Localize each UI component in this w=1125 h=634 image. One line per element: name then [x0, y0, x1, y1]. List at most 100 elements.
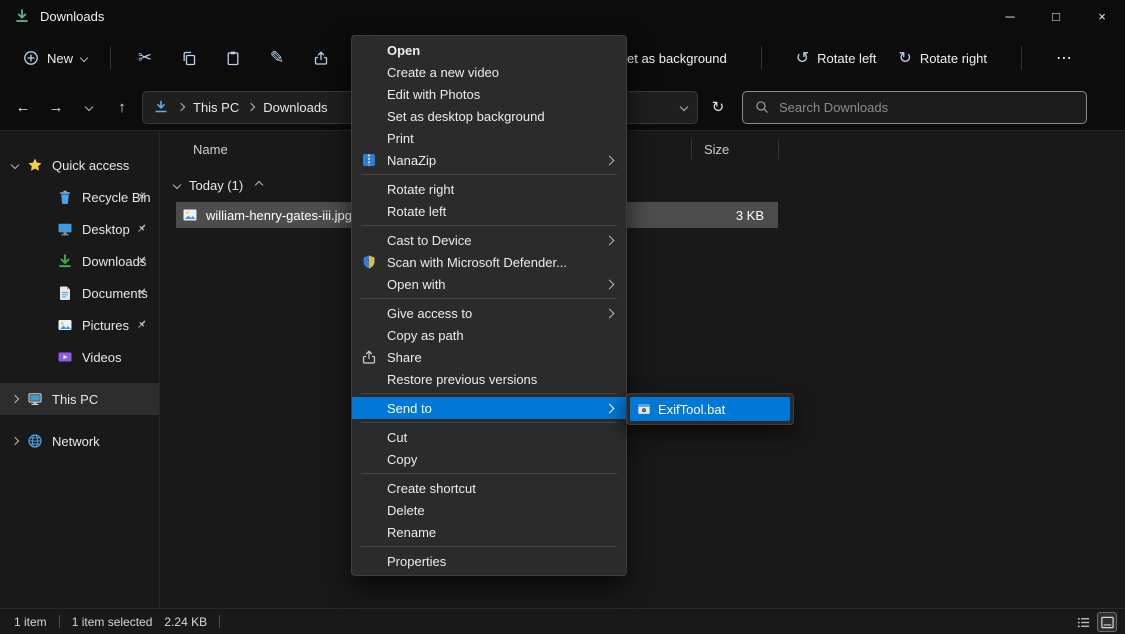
rename-button[interactable]: ✎ — [255, 40, 299, 76]
share-icon — [361, 349, 377, 365]
recycle-bin-icon — [57, 189, 73, 205]
column-divider[interactable] — [778, 139, 779, 159]
menu-item-copy-as-path[interactable]: Copy as path — [352, 324, 626, 346]
menu-item-rotate-right[interactable]: Rotate right — [352, 178, 626, 200]
sidebar-item-network[interactable]: Network — [0, 425, 159, 457]
menu-item-open[interactable]: Open — [352, 39, 626, 61]
paste-button[interactable] — [211, 40, 255, 76]
breadcrumb-this-pc[interactable]: This PC — [193, 100, 239, 115]
menu-item-label: Share — [387, 350, 422, 365]
submenu-arrow-icon — [605, 309, 615, 319]
new-button[interactable]: New — [12, 43, 98, 73]
breadcrumb-downloads[interactable]: Downloads — [263, 100, 327, 115]
menu-item-label: Give access to — [387, 306, 472, 321]
menu-item-create-shortcut[interactable]: Create shortcut — [352, 477, 626, 499]
sidebar-item-downloads[interactable]: Downloads — [0, 245, 159, 277]
expand-chevron-icon[interactable] — [11, 437, 19, 445]
rotate-right-button[interactable]: ↻ Rotate right — [898, 48, 987, 68]
close-button[interactable]: × — [1079, 0, 1125, 32]
sidebar-item-documents[interactable]: Documents — [0, 277, 159, 309]
up-button[interactable]: ↑ — [109, 94, 135, 120]
copy-button[interactable] — [167, 40, 211, 76]
menu-item-set-as-desktop-background[interactable]: Set as desktop background — [352, 105, 626, 127]
menu-item-label: Restore previous versions — [387, 372, 537, 387]
group-header-today[interactable]: Today (1) — [161, 171, 1125, 199]
menu-item-rotate-left[interactable]: Rotate left — [352, 200, 626, 222]
menu-item-edit-with-photos[interactable]: Edit with Photos — [352, 83, 626, 105]
search-input[interactable] — [777, 99, 1074, 116]
command-bar-right: et as background ↺ Rotate left ↻ Rotate … — [627, 32, 1072, 84]
videos-icon — [57, 349, 73, 365]
expand-chevron-icon[interactable] — [11, 161, 19, 169]
item-count: 1 item — [14, 615, 47, 629]
file-list-pane: Name Size Today (1) william-henry-gates-… — [161, 131, 1125, 608]
sidebar-item-recycle-bin[interactable]: Recycle Bin — [0, 181, 159, 213]
search-box[interactable] — [742, 91, 1087, 124]
submenu-item-exiftool-bat[interactable]: ExifTool.bat — [630, 397, 790, 421]
plus-circle-icon — [23, 50, 39, 66]
column-divider[interactable] — [691, 139, 692, 159]
sidebar-item-label: Pictures — [82, 318, 129, 333]
menu-item-share[interactable]: Share — [352, 346, 626, 368]
rotate-right-icon: ↻ — [898, 48, 911, 68]
downloads-location-icon — [153, 99, 169, 115]
selection-count: 1 item selected — [72, 615, 153, 629]
menu-item-create-a-new-video[interactable]: Create a new video — [352, 61, 626, 83]
forward-button[interactable]: → — [43, 94, 69, 120]
menu-item-open-with[interactable]: Open with — [352, 273, 626, 295]
sidebar-item-desktop[interactable]: Desktop — [0, 213, 159, 245]
menu-item-label: Scan with Microsoft Defender... — [387, 255, 567, 270]
refresh-button[interactable]: ↻ — [705, 94, 731, 120]
submenu-arrow-icon — [605, 404, 615, 414]
menu-item-properties[interactable]: Properties — [352, 550, 626, 572]
menu-item-label: NanaZip — [387, 153, 436, 168]
send-to-submenu: ExifTool.bat — [626, 393, 794, 425]
back-button[interactable]: ← — [10, 94, 36, 120]
menu-item-send-to[interactable]: Send to — [352, 397, 626, 419]
menu-item-cast-to-device[interactable]: Cast to Device — [352, 229, 626, 251]
menu-item-give-access-to[interactable]: Give access to — [352, 302, 626, 324]
maximize-button[interactable]: □ — [1033, 0, 1079, 32]
desktop-icon — [57, 221, 73, 237]
rename-icon: ✎ — [270, 48, 284, 68]
thumbnail-view-button[interactable] — [1097, 612, 1117, 632]
menu-item-nanazip[interactable]: NanaZip — [352, 149, 626, 171]
cut-button[interactable]: ✂ — [123, 40, 167, 76]
menu-item-restore-previous-versions[interactable]: Restore previous versions — [352, 368, 626, 390]
menu-item-label: Open with — [387, 277, 446, 292]
expand-chevron-icon[interactable] — [11, 395, 19, 403]
menu-item-scan-with-microsoft-defender[interactable]: Scan with Microsoft Defender... — [352, 251, 626, 273]
share-button[interactable] — [299, 40, 343, 76]
sidebar-item-quick-access[interactable]: Quick access — [0, 149, 159, 181]
menu-item-copy[interactable]: Copy — [352, 448, 626, 470]
set-background-clipped-label[interactable]: et as background — [627, 51, 727, 66]
share-icon — [313, 50, 329, 66]
minimize-button[interactable]: ─ — [987, 0, 1033, 32]
sidebar-item-this-pc[interactable]: This PC — [0, 383, 159, 415]
menu-item-label: Delete — [387, 503, 425, 518]
menu-item-label: Cut — [387, 430, 407, 445]
sidebar-item-label: Videos — [82, 350, 122, 365]
menu-item-rename[interactable]: Rename — [352, 521, 626, 543]
more-options-button[interactable]: ⋯ — [1056, 48, 1072, 68]
column-header-size[interactable]: Size — [704, 142, 729, 157]
chevron-down-icon — [80, 54, 88, 62]
menu-item-delete[interactable]: Delete — [352, 499, 626, 521]
submenu-arrow-icon — [605, 236, 615, 246]
sidebar-item-pictures[interactable]: Pictures — [0, 309, 159, 341]
collapse-group-icon[interactable] — [255, 181, 263, 189]
sidebar-item-videos[interactable]: Videos — [0, 341, 159, 373]
menu-item-cut[interactable]: Cut — [352, 426, 626, 448]
window-title: Downloads — [40, 9, 104, 24]
menu-item-print[interactable]: Print — [352, 127, 626, 149]
menu-separator — [361, 298, 617, 299]
recent-locations-button[interactable] — [76, 94, 102, 120]
downloads-icon — [57, 253, 73, 269]
rotate-left-button[interactable]: ↺ Rotate left — [796, 48, 877, 68]
details-view-button[interactable] — [1073, 612, 1093, 632]
column-header-name[interactable]: Name — [161, 142, 228, 157]
toolbar-divider — [110, 46, 111, 70]
address-dropdown-icon[interactable] — [680, 103, 688, 111]
pin-icon — [136, 223, 147, 234]
details-view-icon — [1076, 615, 1091, 630]
